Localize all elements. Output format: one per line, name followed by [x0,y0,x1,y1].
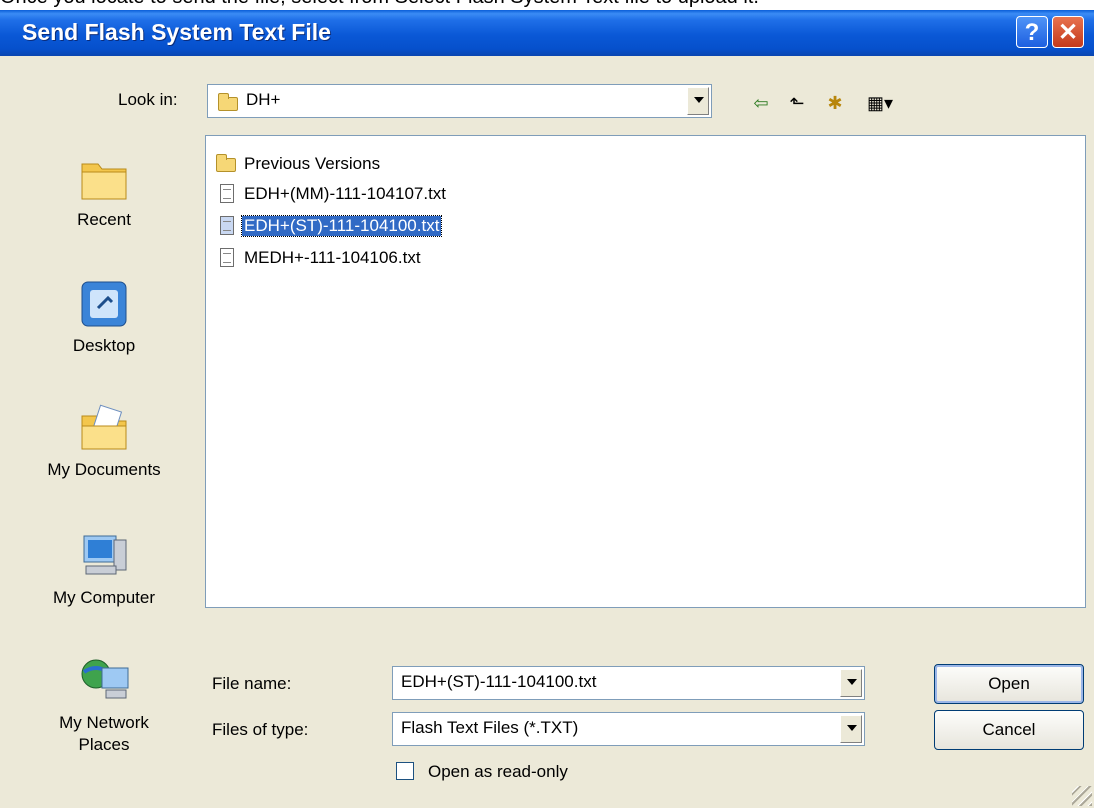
read-only-checkbox[interactable] [396,762,414,780]
place-my-computer[interactable]: My Computer [26,530,182,608]
list-item-label: EDH+(MM)-111-104107.txt [244,184,447,203]
folder-icon [216,154,236,172]
file-name-label: File name: [212,674,292,693]
file-list[interactable]: Previous Versions EDH+(MM)-111-104107.tx… [205,135,1086,608]
file-name-value: EDH+(ST)-111-104100.txt [401,672,597,691]
text-file-icon [220,248,234,267]
cancel-button[interactable]: Cancel [934,710,1084,750]
look-in-dropdown-arrow[interactable] [687,87,709,115]
list-item-label: EDH+(ST)-111-104100.txt [240,215,443,237]
files-of-type-select[interactable]: Flash Text Files (*.TXT) [392,712,865,746]
files-of-type-value: Flash Text Files (*.TXT) [401,718,579,737]
place-my-computer-label: My Computer [52,588,156,607]
recent-folder-icon [76,152,132,204]
send-flash-file-dialog: Send Flash System Text File ? ✕ Look in:… [0,10,1094,808]
my-documents-icon [76,402,132,454]
close-button[interactable]: ✕ [1052,16,1084,48]
title-bar[interactable]: Send Flash System Text File ? ✕ [0,10,1094,56]
look-in-combo[interactable]: DH+ [207,84,712,118]
list-item-label: MEDH+-111-104106.txt [244,248,421,267]
resize-grip[interactable] [1072,786,1092,806]
file-name-field[interactable]: EDH+(ST)-111-104100.txt [392,666,865,700]
my-computer-icon [76,530,132,582]
back-icon[interactable]: ⇦ [746,90,776,116]
file-name-dropdown-arrow[interactable] [840,669,862,697]
place-my-documents[interactable]: My Documents [26,402,182,480]
place-my-documents-label: My Documents [47,460,161,479]
help-button[interactable]: ? [1016,16,1048,48]
place-desktop-label: Desktop [72,336,136,355]
text-file-icon [220,184,234,203]
list-item-label: Previous Versions [244,154,381,173]
up-folder-icon[interactable]: ⬑ [782,90,812,116]
place-desktop[interactable]: Desktop [26,278,182,356]
files-of-type-label: Files of type: [212,720,309,739]
network-places-icon [76,654,132,706]
new-folder-icon[interactable]: ✱ [820,90,850,116]
window-title: Send Flash System Text File [22,19,331,45]
place-my-network-places[interactable]: My Network Places [26,654,182,756]
folder-icon [218,93,238,111]
files-of-type-dropdown-arrow[interactable] [840,715,862,743]
place-recent[interactable]: Recent [26,152,182,230]
read-only-label: Open as read-only [428,762,568,781]
desktop-icon [76,278,132,330]
background-caption-text: Once you locate to send the file, select… [0,0,1094,10]
look-in-label: Look in: [118,90,178,109]
look-in-value: DH+ [246,90,281,109]
text-file-icon [220,216,234,235]
views-menu-icon[interactable]: ▦▾ [858,90,902,116]
place-recent-label: Recent [77,210,131,229]
place-my-network-places-label: My Network Places [59,713,149,754]
open-button[interactable]: Open [934,664,1084,704]
